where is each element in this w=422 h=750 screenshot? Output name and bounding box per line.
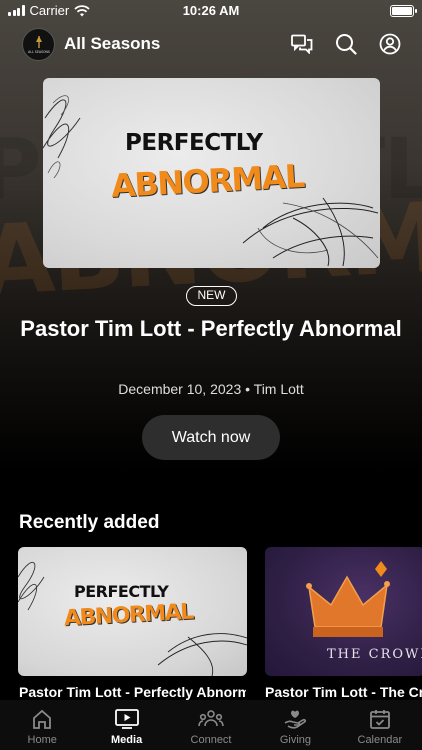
tab-media[interactable]: Media bbox=[84, 700, 168, 750]
artwork-title-line1: PERFECTLY bbox=[74, 582, 169, 601]
home-icon bbox=[31, 708, 53, 730]
media-icon bbox=[114, 708, 140, 730]
battery-icon bbox=[390, 5, 417, 17]
tab-label: Connect bbox=[190, 734, 232, 746]
media-thumbnail-perfectly-abnormal[interactable]: PERFECTLY ABNORMAL bbox=[18, 547, 247, 676]
tab-label: Giving bbox=[279, 734, 312, 746]
church-logo[interactable]: ALL SEASONS bbox=[22, 27, 55, 61]
tab-home[interactable]: Home bbox=[0, 700, 84, 750]
app-header: ALL SEASONS All Seasons bbox=[22, 26, 402, 62]
watch-now-button[interactable]: Watch now bbox=[142, 415, 280, 460]
tab-giving[interactable]: Giving bbox=[253, 700, 337, 750]
artwork-title-line1: PERFECTLY bbox=[125, 130, 263, 156]
status-time: 10:26 AM bbox=[182, 3, 240, 18]
hero-title[interactable]: Pastor Tim Lott - Perfectly Abnormal bbox=[20, 314, 402, 344]
recently-added-heading: Recently added bbox=[19, 512, 160, 533]
logo-mark: ALL SEASONS bbox=[28, 36, 50, 54]
crown-icon: THE CROWN bbox=[306, 561, 422, 662]
media-thumbnail-the-crown[interactable]: THE CROWN bbox=[265, 547, 422, 676]
artwork-title: THE CROWN bbox=[327, 647, 422, 662]
tab-bar: Home Media Connect Giving Calendar bbox=[0, 700, 422, 750]
calendar-icon bbox=[369, 708, 391, 730]
profile-icon[interactable] bbox=[378, 32, 402, 56]
hero-artwork[interactable]: PERFECTLY ABNORMAL bbox=[43, 78, 380, 268]
messages-icon[interactable] bbox=[290, 32, 314, 56]
logo-text: ALL SEASONS bbox=[28, 50, 50, 54]
connect-icon bbox=[198, 708, 224, 730]
giving-icon bbox=[283, 708, 307, 730]
tab-label: Media bbox=[111, 734, 143, 746]
tab-label: Home bbox=[27, 734, 57, 746]
tab-connect[interactable]: Connect bbox=[169, 700, 253, 750]
media-item-title[interactable]: Pastor Tim Lott - The Crown bbox=[265, 684, 422, 700]
tab-calendar[interactable]: Calendar bbox=[338, 700, 422, 750]
tab-label: Calendar bbox=[357, 734, 403, 746]
media-item-title[interactable]: Pastor Tim Lott - Perfectly Abnormal bbox=[19, 684, 246, 700]
hero-meta: December 10, 2023 • Tim Lott bbox=[118, 381, 304, 397]
search-icon[interactable] bbox=[334, 32, 358, 56]
app-title: All Seasons bbox=[64, 34, 161, 53]
new-badge: NEW bbox=[186, 286, 237, 306]
status-bar: Carrier 10:26 AM bbox=[0, 0, 422, 22]
